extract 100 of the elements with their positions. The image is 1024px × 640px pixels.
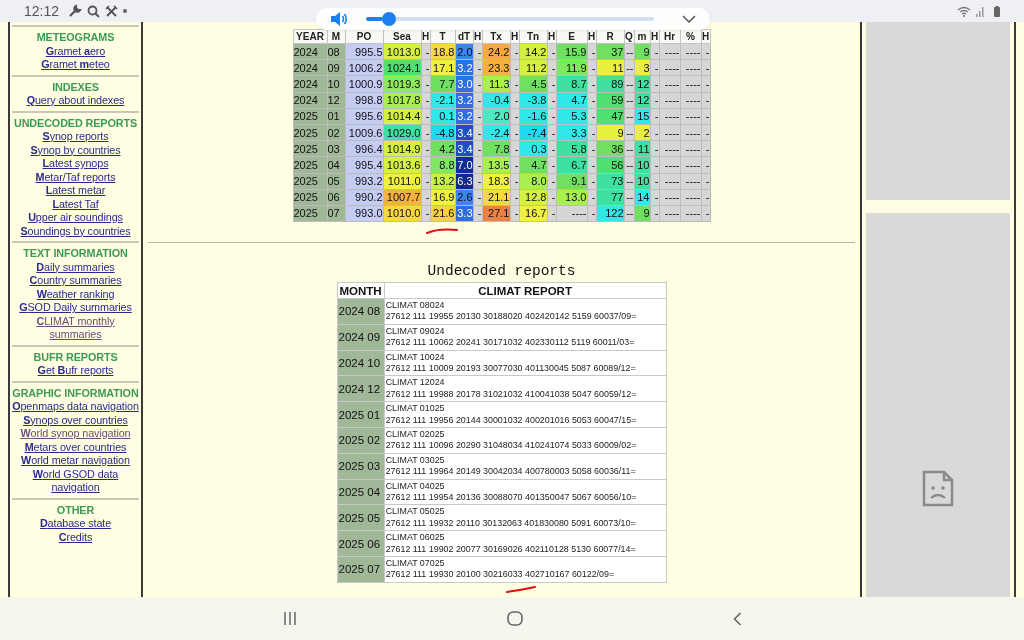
table-cell: - <box>650 108 659 125</box>
sidebar-link[interactable]: Daily summaries <box>36 260 115 274</box>
table-cell: - <box>587 75 596 93</box>
table-cell: -- <box>624 140 634 157</box>
table-cell: -- <box>624 43 634 60</box>
report-text: CLIMAT 03025 <box>385 454 446 467</box>
table-cell: - <box>473 124 482 141</box>
sidebar-link[interactable]: Synops over countries <box>23 413 128 427</box>
table-cell: - <box>510 108 519 125</box>
report-text: 27612 111 19964 20149 30042034 400780003 5058 60036/11= <box>385 466 637 478</box>
table-cell: - <box>701 43 710 60</box>
table-cell: - <box>650 189 659 206</box>
report-text: 27612 111 19956 20144 30001032 400201016 5053 60047/15= <box>385 414 638 427</box>
table-cell: -- <box>624 189 634 206</box>
sidebar-link[interactable]: Latest metar <box>45 184 106 198</box>
section-heading: INDEXES <box>52 80 99 94</box>
table-cell: - <box>650 92 659 109</box>
sidebar-link[interactable]: CLIMAT monthly summaries <box>12 314 139 342</box>
report-text: CLIMAT 04025 <box>385 480 446 493</box>
sidebar-link[interactable]: Synop reports <box>42 130 109 144</box>
table-cell: - <box>650 140 659 157</box>
sidebar-link[interactable]: Query about indexes <box>26 94 125 108</box>
column-header: MONTH <box>337 282 385 299</box>
section-heading: TEXT INFORMATION <box>23 247 128 261</box>
table-cell: - <box>547 140 556 157</box>
sidebar-link[interactable]: Gramet aero <box>45 44 106 58</box>
speaker-icon[interactable] <box>330 11 348 27</box>
chevron-down-icon[interactable] <box>682 15 696 23</box>
column-header: CLIMAT REPORT <box>384 282 666 299</box>
report-text: CLIMAT 01025 <box>385 403 446 415</box>
sidebar-link[interactable]: Get Bufr reports <box>37 364 114 378</box>
table-cell: - <box>421 189 430 206</box>
table-cell: - <box>473 189 482 206</box>
table-cell: - <box>547 156 556 173</box>
table-cell: - <box>650 205 659 222</box>
sidebar-link[interactable]: Gramet meteo <box>41 58 110 72</box>
report-text: CLIMAT 07025 <box>385 557 446 570</box>
table-cell: - <box>547 43 556 60</box>
sidebar-link[interactable]: Soundings by countries <box>20 224 131 238</box>
report-text: 27612 111 10062 20241 30171032 402330112 5119 60011/03= <box>385 337 636 349</box>
table-cell: - <box>547 108 556 125</box>
table-cell: - <box>473 156 482 173</box>
sidebar-link[interactable]: World metar navigation <box>21 454 130 468</box>
table-cell: - <box>421 59 430 76</box>
table-cell: - <box>473 59 482 76</box>
sidebar-link[interactable]: Credits <box>58 530 93 544</box>
signal-icon <box>976 5 985 17</box>
table-cell: - <box>650 156 659 173</box>
table-cell: - <box>421 124 430 141</box>
table-cell: - <box>421 92 430 109</box>
sidebar-link[interactable]: Latest Taf <box>52 197 99 211</box>
month-cell: 2025 06 <box>337 530 385 557</box>
table-cell: - <box>473 140 482 157</box>
month-cell: 2025 01 <box>337 401 385 428</box>
sidebar-link[interactable]: Latest synops <box>42 157 109 171</box>
table-cell: - <box>473 43 482 60</box>
table-cell: - <box>510 173 519 190</box>
table-cell: - <box>587 108 596 125</box>
sidebar-link[interactable]: Metars over countries <box>24 440 127 454</box>
sidebar-link[interactable]: Synop by countries <box>30 143 121 157</box>
sidebar-link[interactable]: Country summaries <box>29 274 122 288</box>
report-text: 27612 111 19930 20100 30216033 402710167 60122/09= <box>385 569 616 581</box>
sidebar-link[interactable]: World GSOD data navigation <box>12 467 139 495</box>
table-cell: - <box>587 189 596 206</box>
table-cell: - <box>650 173 659 190</box>
wrench-icon <box>68 4 83 18</box>
sidebar-link[interactable]: Database state <box>39 517 112 531</box>
report-text: CLIMAT 08024 <box>385 299 446 312</box>
table-cell: - <box>701 124 710 141</box>
table-cell: - <box>421 140 430 157</box>
table-cell: - <box>701 75 710 93</box>
table-cell: - <box>650 59 659 76</box>
sidebar-link[interactable]: Openmaps data navigation <box>12 400 139 414</box>
home-icon[interactable] <box>506 611 523 626</box>
back-icon[interactable] <box>732 611 742 626</box>
recent-apps-icon[interactable] <box>282 612 297 625</box>
table-cell: - <box>510 140 519 157</box>
clock: 12:12 <box>24 3 60 19</box>
sidebar-link[interactable]: Weather ranking <box>36 287 115 301</box>
sidebar-link[interactable]: World synop navigation <box>20 427 131 441</box>
sidebar-link[interactable]: GSOD Daily summaries <box>19 301 132 315</box>
column-header: YEAR <box>293 29 327 44</box>
section-heading: METEOGRAMS <box>36 31 115 45</box>
month-cell: 2024 10 <box>337 350 385 376</box>
report-text: CLIMAT 05025 <box>385 506 446 518</box>
table-cell: - <box>701 205 710 222</box>
month-cell: 2025 04 <box>337 479 385 505</box>
volume-slider[interactable] <box>366 12 654 26</box>
table-cell: - <box>510 92 519 109</box>
table-cell: - <box>701 140 710 157</box>
sidebar-link[interactable]: Upper air soundings <box>28 211 123 225</box>
tools-icon <box>105 4 119 18</box>
sidebar-link[interactable]: Metar/Taf reports <box>35 170 116 184</box>
report-text: 27612 111 19954 20136 30088070 401350047 5067 60056/10= <box>385 492 638 504</box>
table-cell: - <box>547 75 556 93</box>
table-cell: - <box>701 156 710 173</box>
table-cell: - <box>421 156 430 173</box>
table-cell: - <box>510 205 519 222</box>
table-cell: - <box>650 75 659 93</box>
table-cell: -- <box>624 92 634 109</box>
